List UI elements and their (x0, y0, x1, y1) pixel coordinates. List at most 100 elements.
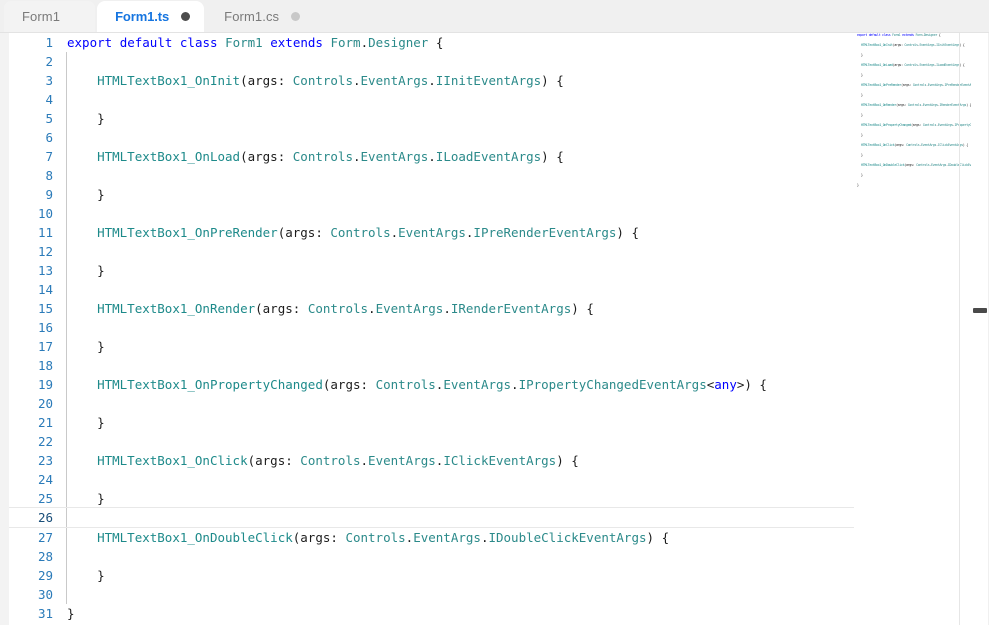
unsaved-indicator-icon[interactable] (181, 12, 190, 21)
saved-indicator-icon[interactable] (291, 12, 300, 21)
indent-guide (66, 280, 67, 299)
token-type: IRenderEventArgs (451, 301, 571, 316)
minimap-token: ) { (963, 143, 968, 147)
code-line[interactable]: 2 (9, 52, 854, 71)
code-line[interactable]: 19 HTMLTextBox1_OnPropertyChanged(args: C… (9, 375, 854, 394)
code-line[interactable]: 8 (9, 166, 854, 185)
code-line[interactable]: 10 (9, 204, 854, 223)
line-number: 28 (9, 547, 53, 566)
token-punc: { (428, 35, 443, 50)
code-line[interactable]: 5} (9, 109, 854, 128)
token-param: args (255, 453, 285, 468)
code-line[interactable]: 27HTMLTextBox1_OnDoubleClick(args: Contr… (9, 528, 854, 547)
minimap-token: EventArgs (919, 43, 934, 47)
line-number: 13 (9, 261, 53, 280)
code-line[interactable]: 4 (9, 90, 854, 109)
no-indicator-icon (72, 12, 81, 21)
token-fn: HTMLTextBox1_OnPropertyChanged (97, 377, 323, 392)
code-line[interactable]: 13} (9, 261, 854, 280)
minimap-token: } (861, 93, 863, 97)
editor-left-strip (0, 33, 9, 625)
minimap-token: HTMLTextBox1_OnPreRender (861, 83, 901, 87)
code-line[interactable]: 31} (9, 604, 854, 623)
token-fn: HTMLTextBox1_OnDoubleClick (97, 530, 293, 545)
token-punc: ) { (647, 530, 670, 545)
token-punc: . (361, 453, 369, 468)
token-type: IPropertyChangedEventArgs (519, 377, 707, 392)
token-punc: . (353, 73, 361, 88)
token-punc: ) { (571, 301, 594, 316)
code-text: HTMLTextBox1_OnClick(args: Controls.Even… (97, 451, 579, 470)
code-line[interactable]: 6 (9, 128, 854, 147)
token-kw: export (67, 35, 112, 50)
code-line[interactable]: 20 (9, 394, 854, 413)
code-line[interactable]: 24 (9, 470, 854, 489)
minimap-token: } (861, 173, 863, 177)
code-line[interactable]: 1export default class Form1 extends Form… (9, 33, 854, 52)
editor-tab-form1-ts[interactable]: Form1.ts (97, 1, 204, 32)
minimap[interactable]: export default class Form1 extends Form.… (854, 33, 971, 625)
line-number: 6 (9, 128, 53, 147)
line-number: 16 (9, 318, 53, 337)
code-line[interactable]: 16 (9, 318, 854, 337)
editor-tab-form1[interactable]: Form1 (4, 1, 95, 32)
token-type: EventArgs (361, 149, 429, 164)
code-line[interactable]: 3HTMLTextBox1_OnInit(args: Controls.Even… (9, 71, 854, 90)
token-type: Controls (308, 301, 368, 316)
indent-guide (66, 299, 67, 318)
minimap-token: ) { (960, 63, 965, 67)
line-number: 7 (9, 147, 53, 166)
code-line[interactable]: 11HTMLTextBox1_OnPreRender(args: Control… (9, 223, 854, 242)
minimap-token: Controls (916, 163, 929, 167)
minimap-token: HTMLTextBox1_OnClick (861, 143, 894, 147)
token-punc: } (67, 606, 75, 621)
editor-tab-form1-cs[interactable]: Form1.cs (206, 1, 314, 32)
editor-tab-bar: Form1Form1.tsForm1.cs (0, 0, 989, 33)
code-line[interactable]: 23 HTMLTextBox1_OnClick(args: Controls.Ev… (9, 451, 854, 470)
code-line[interactable]: 30 (9, 585, 854, 604)
code-content-area[interactable]: 1export default class Form1 extends Form… (9, 33, 854, 625)
line-number: 29 (9, 566, 53, 585)
code-line[interactable]: 14 (9, 280, 854, 299)
token-punc: : (285, 453, 300, 468)
code-line[interactable]: 29} (9, 566, 854, 585)
line-number: 19 (9, 375, 53, 394)
token-punc: : (315, 225, 330, 240)
vertical-scrollbar[interactable] (971, 33, 989, 625)
token-kw: class (180, 35, 218, 50)
indent-guide (66, 528, 67, 547)
token-fn: HTMLTextBox1_OnLoad (97, 149, 240, 164)
code-line-current[interactable]: 26 (9, 507, 854, 528)
editor-body: 1export default class Form1 extends Form… (0, 33, 989, 625)
code-line[interactable]: 25} (9, 489, 854, 508)
scrollbar-position-marker[interactable] (973, 308, 987, 313)
code-line[interactable]: 22 (9, 432, 854, 451)
token-type: Controls (293, 149, 353, 164)
token-punc: . (511, 377, 519, 392)
minimap-token: HTMLTextBox1_OnLoad (861, 63, 893, 67)
code-text: HTMLTextBox1_OnPropertyChanged(args: Con… (97, 375, 767, 394)
code-line[interactable]: 7 HTMLTextBox1_OnLoad(args: Controls.Even… (9, 147, 854, 166)
line-number: 22 (9, 432, 53, 451)
token-type: Designer (368, 35, 428, 50)
line-number: 23 (9, 451, 53, 470)
minimap-token: HTMLTextBox1_OnPropertyChanged (861, 123, 911, 127)
minimap-line: HTMLTextBox1_OnDoubleClick(args: Control… (854, 163, 971, 168)
token-param: args (300, 530, 330, 545)
code-line[interactable]: 18 (9, 356, 854, 375)
minimap-token: EventArgs (931, 163, 946, 167)
code-line[interactable]: 15HTMLTextBox1_OnRender(args: Controls.E… (9, 299, 854, 318)
minimap-divider (959, 33, 960, 625)
code-text: } (97, 413, 105, 432)
code-line[interactable]: 28 (9, 547, 854, 566)
code-line[interactable]: 17} (9, 337, 854, 356)
indent-guide (66, 356, 67, 375)
token-param: args (248, 149, 278, 164)
code-line[interactable]: 12 (9, 242, 854, 261)
code-text: HTMLTextBox1_OnRender(args: Controls.Eve… (97, 299, 594, 318)
code-text: HTMLTextBox1_OnLoad(args: Controls.Event… (97, 147, 564, 166)
line-number: 17 (9, 337, 53, 356)
code-line[interactable]: 9} (9, 185, 854, 204)
token-punc: ( (240, 149, 248, 164)
code-line[interactable]: 21} (9, 413, 854, 432)
